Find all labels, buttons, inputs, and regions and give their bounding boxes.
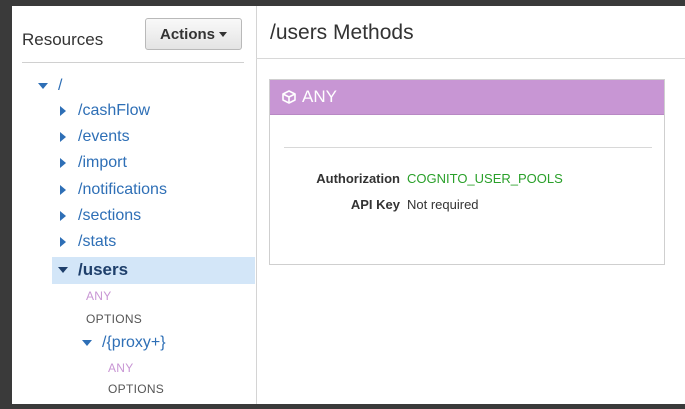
tree-node-label: /import [78, 154, 127, 171]
tree-node-notifications[interactable]: /notifications [60, 178, 167, 202]
tree-node-import[interactable]: /import [60, 151, 127, 175]
method-any[interactable]: ANY [86, 289, 112, 303]
api-gateway-console: Resources Actions / /cashFlow /events /i… [12, 6, 685, 404]
method-card-header[interactable]: ANY [270, 80, 664, 115]
cube-icon [282, 90, 296, 104]
chevron-down-icon [219, 31, 227, 37]
tree-node-sections[interactable]: /sections [60, 204, 141, 228]
expand-right-icon[interactable] [60, 185, 66, 195]
resources-panel: Resources Actions / /cashFlow /events /i… [12, 6, 257, 404]
tree-node-stats[interactable]: /stats [60, 230, 116, 254]
tree-node-root[interactable]: / [38, 74, 62, 98]
method-card: ANY Authorization COGNITO_USER_POOLS API… [269, 79, 665, 265]
authorization-value[interactable]: COGNITO_USER_POOLS [407, 171, 563, 186]
actions-button[interactable]: Actions [145, 18, 242, 50]
expand-right-icon[interactable] [60, 106, 66, 116]
page-title: /users Methods [270, 21, 414, 44]
tree-node-proxy[interactable]: /{proxy+} [82, 331, 166, 355]
api-key-value[interactable]: Not required [407, 197, 479, 212]
title-divider [256, 58, 685, 59]
expand-right-icon[interactable] [60, 211, 66, 221]
expand-down-icon[interactable] [38, 83, 48, 89]
tree-node-cashflow[interactable]: /cashFlow [60, 99, 150, 123]
actions-label: Actions [159, 25, 215, 43]
expand-right-icon[interactable] [60, 237, 66, 247]
tree-node-label: /sections [78, 207, 142, 224]
expand-right-icon[interactable] [60, 158, 66, 168]
expand-down-icon[interactable] [82, 340, 92, 346]
method-options[interactable]: OPTIONS [108, 382, 164, 396]
tree-node-label: /cashFlow [78, 102, 151, 119]
expand-down-icon[interactable] [58, 267, 68, 273]
method-card-title: ANY [302, 87, 337, 106]
tree-node-users[interactable]: /users [58, 258, 128, 282]
method-any[interactable]: ANY [108, 361, 134, 375]
authorization-label: Authorization [316, 171, 400, 186]
tree-node-label: /events [78, 128, 130, 145]
tree-node-label: / [58, 77, 63, 94]
api-key-label: API Key [350, 197, 400, 212]
tree-node-label: /stats [78, 233, 117, 250]
method-options[interactable]: OPTIONS [86, 312, 142, 326]
card-divider [284, 147, 652, 148]
panel-divider [22, 62, 244, 63]
resources-title: Resources [22, 30, 104, 49]
tree-node-label: /{proxy+} [102, 334, 166, 351]
tree-node-events[interactable]: /events [60, 125, 130, 149]
tree-node-label: /users [78, 260, 129, 279]
expand-right-icon[interactable] [60, 132, 66, 142]
tree-node-label: /notifications [78, 181, 167, 198]
